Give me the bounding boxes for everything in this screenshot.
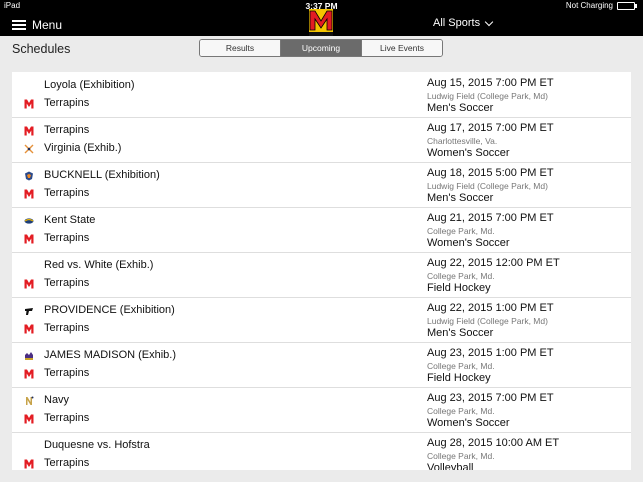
game-sport: Men's Soccer bbox=[427, 192, 494, 204]
sport-filter-dropdown[interactable]: All Sports bbox=[433, 17, 494, 29]
game-date: Aug 28, 2015 10:00 AM ET bbox=[427, 437, 560, 449]
game-date: Aug 23, 2015 1:00 PM ET bbox=[427, 347, 554, 359]
maryland-m-icon bbox=[24, 414, 34, 424]
maryland-m-icon bbox=[24, 324, 34, 334]
maryland-m-icon bbox=[24, 126, 34, 136]
team-away: Terrapins bbox=[44, 187, 90, 199]
page-title: Schedules bbox=[12, 42, 71, 56]
bucknell-icon bbox=[25, 171, 33, 181]
game-location: Ludwig Field (College Park, Md) bbox=[427, 316, 548, 326]
game-sport: Field Hockey bbox=[427, 372, 491, 384]
maryland-m-icon bbox=[24, 189, 34, 199]
sub-header: Schedules Results Upcoming Live Events bbox=[0, 36, 643, 62]
schedule-tabs: Results Upcoming Live Events bbox=[199, 39, 443, 57]
team-home: Loyola (Exhibition) bbox=[44, 79, 135, 91]
schedule-row[interactable]: Terrapins Virginia (Exhib.) Aug 17, 2015 7… bbox=[12, 117, 631, 163]
game-sport: Volleyball bbox=[427, 462, 474, 470]
status-battery: Not Charging bbox=[565, 1, 637, 10]
game-sport: Women's Soccer bbox=[427, 147, 510, 159]
team-away: Terrapins bbox=[44, 232, 90, 244]
schedule-row[interactable]: BUCKNELL (Exhibition) Terrapins Aug 18, 20… bbox=[12, 162, 631, 208]
team-home: Red vs. White (Exhib.) bbox=[44, 259, 154, 271]
game-location: College Park, Md. bbox=[427, 406, 495, 416]
tab-live-events[interactable]: Live Events bbox=[361, 40, 442, 56]
kent-state-icon bbox=[24, 218, 34, 224]
maryland-m-icon bbox=[24, 279, 34, 289]
virginia-icon bbox=[24, 144, 34, 154]
game-location: College Park, Md. bbox=[427, 361, 495, 371]
team-home: BUCKNELL (Exhibition) bbox=[44, 169, 160, 181]
game-date: Aug 18, 2015 5:00 PM ET bbox=[427, 167, 554, 179]
schedule-row[interactable]: Loyola (Exhibition) Terrapins Aug 15, 2015… bbox=[12, 72, 631, 118]
battery-icon bbox=[617, 1, 637, 10]
menu-label: Menu bbox=[32, 18, 63, 32]
team-home: PROVIDENCE (Exhibition) bbox=[44, 304, 175, 316]
game-location: College Park, Md. bbox=[427, 271, 495, 281]
hamburger-icon bbox=[12, 20, 26, 30]
game-sport: Women's Soccer bbox=[427, 417, 510, 429]
team-away: Terrapins bbox=[44, 322, 90, 334]
team-home: Duquesne vs. Hofstra bbox=[44, 439, 150, 451]
tab-results[interactable]: Results bbox=[200, 40, 280, 56]
james-madison-icon bbox=[25, 352, 33, 360]
game-date: Aug 21, 2015 7:00 PM ET bbox=[427, 212, 554, 224]
game-sport: Field Hockey bbox=[427, 282, 491, 294]
game-date: Aug 22, 2015 1:00 PM ET bbox=[427, 302, 554, 314]
game-date: Aug 17, 2015 7:00 PM ET bbox=[427, 122, 554, 134]
schedule-row[interactable]: Kent State Terrapins Aug 21, 2015 7:00 PM … bbox=[12, 207, 631, 253]
team-away: Terrapins bbox=[44, 97, 90, 109]
game-location: College Park, Md. bbox=[427, 226, 495, 236]
game-date: Aug 23, 2015 7:00 PM ET bbox=[427, 392, 554, 404]
game-location: Ludwig Field (College Park, Md) bbox=[427, 181, 548, 191]
team-away: Terrapins bbox=[44, 457, 90, 469]
game-date: Aug 22, 2015 12:00 PM ET bbox=[427, 257, 560, 269]
schedule-row[interactable]: Red vs. White (Exhib.) Terrapins Aug 22, 2… bbox=[12, 252, 631, 298]
game-location: Charlottesville, Va. bbox=[427, 136, 498, 146]
maryland-m-icon bbox=[24, 99, 34, 109]
sport-filter-label: All Sports bbox=[433, 17, 481, 29]
maryland-m-icon bbox=[24, 459, 34, 469]
game-sport: Men's Soccer bbox=[427, 327, 494, 339]
team-away: Terrapins bbox=[44, 412, 90, 424]
team-home: Terrapins bbox=[44, 124, 90, 136]
schedule-row[interactable]: PROVIDENCE (Exhibition) Terrapins Aug 22, … bbox=[12, 297, 631, 343]
providence-icon bbox=[25, 308, 33, 315]
schedule-list[interactable]: Loyola (Exhibition) Terrapins Aug 15, 2015… bbox=[12, 72, 631, 470]
schedule-row[interactable]: JAMES MADISON (Exhib.) Terrapins Aug 23, 2… bbox=[12, 342, 631, 388]
maryland-m-icon bbox=[24, 234, 34, 244]
team-away: Terrapins bbox=[44, 367, 90, 379]
game-location: College Park, Md. bbox=[427, 451, 495, 461]
team-home: Kent State bbox=[44, 214, 96, 226]
tab-upcoming[interactable]: Upcoming bbox=[280, 40, 361, 56]
maryland-logo-icon[interactable] bbox=[308, 9, 334, 36]
top-bar: iPad 3:37 PM Not Charging Menu All Sport… bbox=[0, 0, 643, 36]
navy-icon bbox=[26, 396, 34, 405]
game-sport: Women's Soccer bbox=[427, 237, 510, 249]
maryland-m-icon bbox=[24, 369, 34, 379]
team-home: Navy bbox=[44, 394, 70, 406]
team-away: Terrapins bbox=[44, 277, 90, 289]
schedule-row[interactable]: Navy Terrapins Aug 23, 2015 7:00 PM ET Coll… bbox=[12, 387, 631, 433]
chevron-down-icon bbox=[484, 17, 494, 26]
game-date: Aug 15, 2015 7:00 PM ET bbox=[427, 77, 554, 89]
team-home: JAMES MADISON (Exhib.) bbox=[44, 349, 177, 361]
menu-button[interactable]: Menu bbox=[12, 18, 62, 32]
team-away: Virginia (Exhib.) bbox=[44, 142, 122, 154]
game-sport: Men's Soccer bbox=[427, 102, 494, 114]
schedule-row[interactable]: Duquesne vs. Hofstra Terrapins Aug 28, 201… bbox=[12, 432, 631, 470]
battery-status-text: Not Charging bbox=[565, 1, 613, 10]
game-location: Ludwig Field (College Park, Md) bbox=[427, 91, 548, 101]
